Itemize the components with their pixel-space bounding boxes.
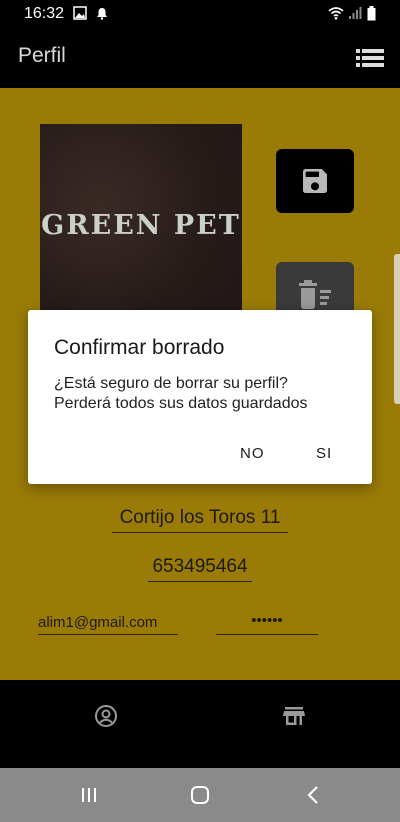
profile-icon[interactable]: [94, 704, 118, 733]
system-nav-bar: [0, 768, 400, 822]
delete-sweep-icon: [299, 280, 331, 309]
address-field[interactable]: Cortijo los Toros 11: [112, 507, 288, 529]
profile-image[interactable]: GREEN PET: [40, 124, 242, 324]
address-underline: [112, 532, 288, 533]
store-icon[interactable]: [282, 704, 306, 733]
image-icon: [73, 6, 87, 25]
dialog-title: Confirmar borrado: [54, 336, 225, 359]
edge-panel-handle[interactable]: [394, 254, 400, 404]
battery-icon: [367, 6, 376, 26]
email-underline: [38, 634, 178, 635]
app-bar: Perfil: [0, 28, 400, 88]
save-icon: [303, 169, 327, 193]
list-menu-icon[interactable]: [356, 48, 384, 73]
status-bar: 16:32: [0, 0, 400, 28]
wifi-icon: [328, 6, 344, 25]
save-button[interactable]: [276, 149, 354, 213]
logo-text: GREEN PET: [41, 210, 241, 241]
password-underline: [216, 634, 318, 635]
phone-field[interactable]: 653495464: [148, 556, 252, 578]
dialog-message-line2: Perderá todos sus datos guardados: [54, 395, 308, 412]
bottom-nav: [0, 680, 400, 768]
confirm-delete-dialog: Confirmar borrado ¿Está seguro de borrar…: [28, 310, 372, 484]
no-button[interactable]: NO: [240, 445, 265, 462]
back-icon[interactable]: [306, 785, 320, 810]
dialog-message: ¿Está seguro de borrar su perfil? Perder…: [54, 374, 364, 414]
alarm-icon: [95, 6, 109, 25]
home-icon[interactable]: [190, 785, 210, 810]
status-time: 16:32: [24, 5, 65, 22]
recent-apps-icon[interactable]: [80, 786, 98, 809]
email-field[interactable]: alim1@gmail.com: [38, 614, 178, 631]
page-title: Perfil: [18, 44, 66, 67]
password-field[interactable]: ••••••: [216, 612, 318, 629]
signal-icon: [348, 6, 362, 25]
dialog-message-line1: ¿Está seguro de borrar su perfil?: [54, 375, 288, 392]
phone-underline: [148, 581, 252, 582]
yes-button[interactable]: SI: [316, 445, 332, 462]
